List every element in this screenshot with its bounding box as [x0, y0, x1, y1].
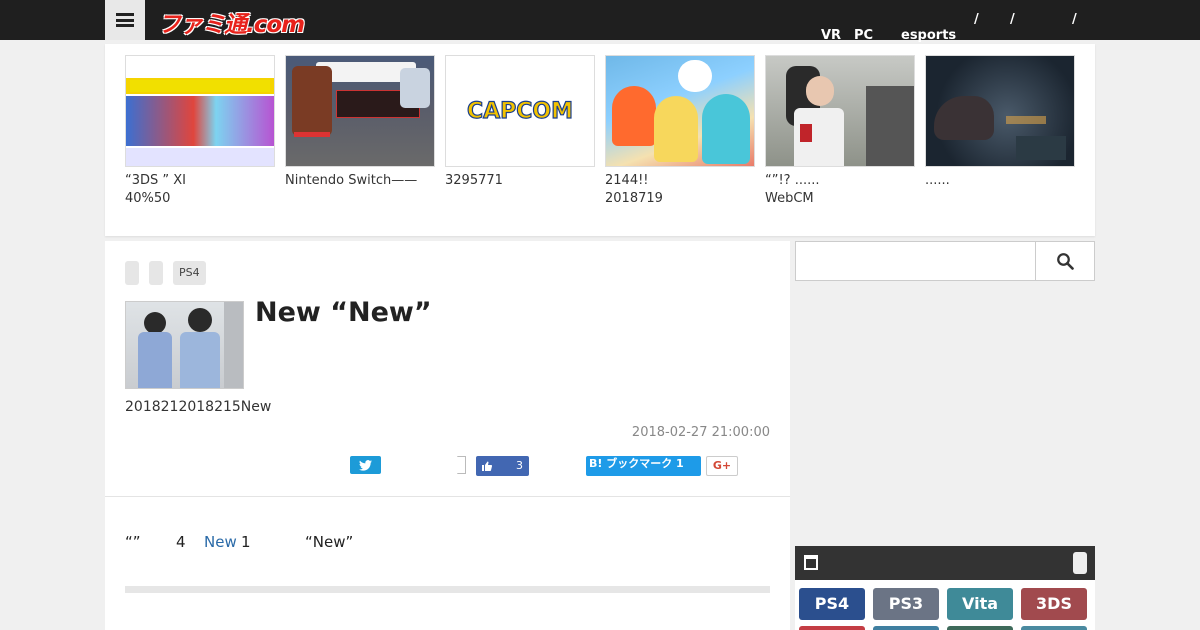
menu-icon [116, 13, 134, 27]
category-tag[interactable] [125, 261, 139, 285]
google-plus-button[interactable]: G+ [706, 456, 738, 476]
release-calendar-header [795, 546, 1095, 580]
card-caption: 3295771 [445, 173, 503, 188]
featured-articles-carousel: “3DS ” XI 40%50 Nintendo Switch—— CAPCOM… [105, 44, 1095, 236]
platform-button-3ds[interactable]: 3DS [1021, 588, 1087, 620]
card-caption: ...... [925, 173, 950, 188]
thumbs-up-icon [482, 461, 493, 472]
site-logo[interactable]: ファミ通.com [158, 5, 305, 39]
game-screenshot-thumbnail[interactable] [285, 55, 435, 167]
platform-button[interactable] [873, 626, 939, 630]
platform-button-ps4[interactable]: PS4 [799, 588, 865, 620]
nav-separator: / [1010, 12, 1015, 27]
article-headline: New “New” [255, 297, 432, 328]
carousel-card[interactable]: Nintendo Switch—— [285, 55, 435, 190]
article-panel: PS4 New “New” 2018212018215New 2018-02-2… [105, 241, 790, 630]
facebook-like-button[interactable]: 3 [476, 456, 529, 476]
anime-art-thumbnail[interactable] [605, 55, 755, 167]
calendar-icon [804, 555, 818, 570]
twitter-icon [359, 459, 372, 471]
hatena-bookmark-button[interactable]: B! ブックマーク 1 [586, 456, 701, 476]
carousel-card[interactable]: 2144!! 2018719 [605, 55, 755, 208]
cosplay-photo-thumbnail[interactable] [765, 55, 915, 167]
card-caption: “”!? ...... WebCM [765, 173, 820, 206]
article-photo [125, 301, 244, 389]
card-caption: Nintendo Switch—— [285, 173, 418, 188]
search-icon [1057, 253, 1074, 270]
lead-text: 1 [241, 533, 251, 551]
platform-button-ps3[interactable]: PS3 [873, 588, 939, 620]
card-caption: “3DS ” XI 40%50 [125, 173, 187, 206]
platform-button-vita[interactable]: Vita [947, 588, 1013, 620]
platform-tag-ps4[interactable]: PS4 [173, 261, 206, 285]
nav-separator: / [974, 12, 979, 27]
content-separator-bar [125, 586, 770, 593]
like-count: 3 [516, 459, 523, 472]
platform-filter: PS4 PS3 Vita 3DS [795, 580, 1095, 630]
lead-text: “” [125, 533, 141, 551]
category-tag[interactable] [149, 261, 163, 285]
capcom-logo-thumbnail[interactable]: CAPCOM [445, 55, 595, 167]
hamburger-menu-button[interactable] [105, 0, 145, 40]
capcom-logo: CAPCOM [466, 98, 574, 124]
nav-link-pc[interactable]: PC [854, 28, 873, 43]
nav-separator: / [1072, 12, 1077, 27]
twitter-share-button[interactable] [350, 456, 381, 474]
top-navigation-bar: ファミ通.com VR PC esports / / / [0, 0, 1200, 43]
search-input[interactable] [795, 241, 1035, 281]
carousel-card[interactable]: CAPCOM 3295771 [445, 55, 595, 190]
lead-link-new[interactable]: New [204, 533, 237, 551]
nav-link-vr[interactable]: VR [821, 28, 841, 43]
article-subtitle: 2018212018215New [125, 399, 272, 415]
nav-link-esports[interactable]: esports [901, 28, 956, 43]
lead-text: 4 [176, 533, 186, 551]
search-button[interactable] [1035, 241, 1095, 281]
nintendo-sale-banner-thumbnail[interactable] [125, 55, 275, 167]
section-divider [105, 496, 790, 497]
card-caption: 2144!! 2018719 [605, 173, 663, 206]
platform-button[interactable] [799, 626, 865, 630]
platform-button[interactable] [947, 626, 1013, 630]
carousel-card[interactable]: “”!? ...... WebCM [765, 55, 915, 208]
platform-button[interactable] [1021, 626, 1087, 630]
share-count-bubble [452, 456, 466, 474]
dark-monster-thumbnail[interactable] [925, 55, 1075, 167]
carousel-card[interactable]: “3DS ” XI 40%50 [125, 55, 275, 208]
article-date: 2018-02-27 21:00:00 [631, 425, 770, 440]
calendar-toggle[interactable] [1073, 552, 1087, 574]
carousel-card[interactable]: ...... [925, 55, 1075, 190]
lead-text: “New” [305, 533, 354, 551]
